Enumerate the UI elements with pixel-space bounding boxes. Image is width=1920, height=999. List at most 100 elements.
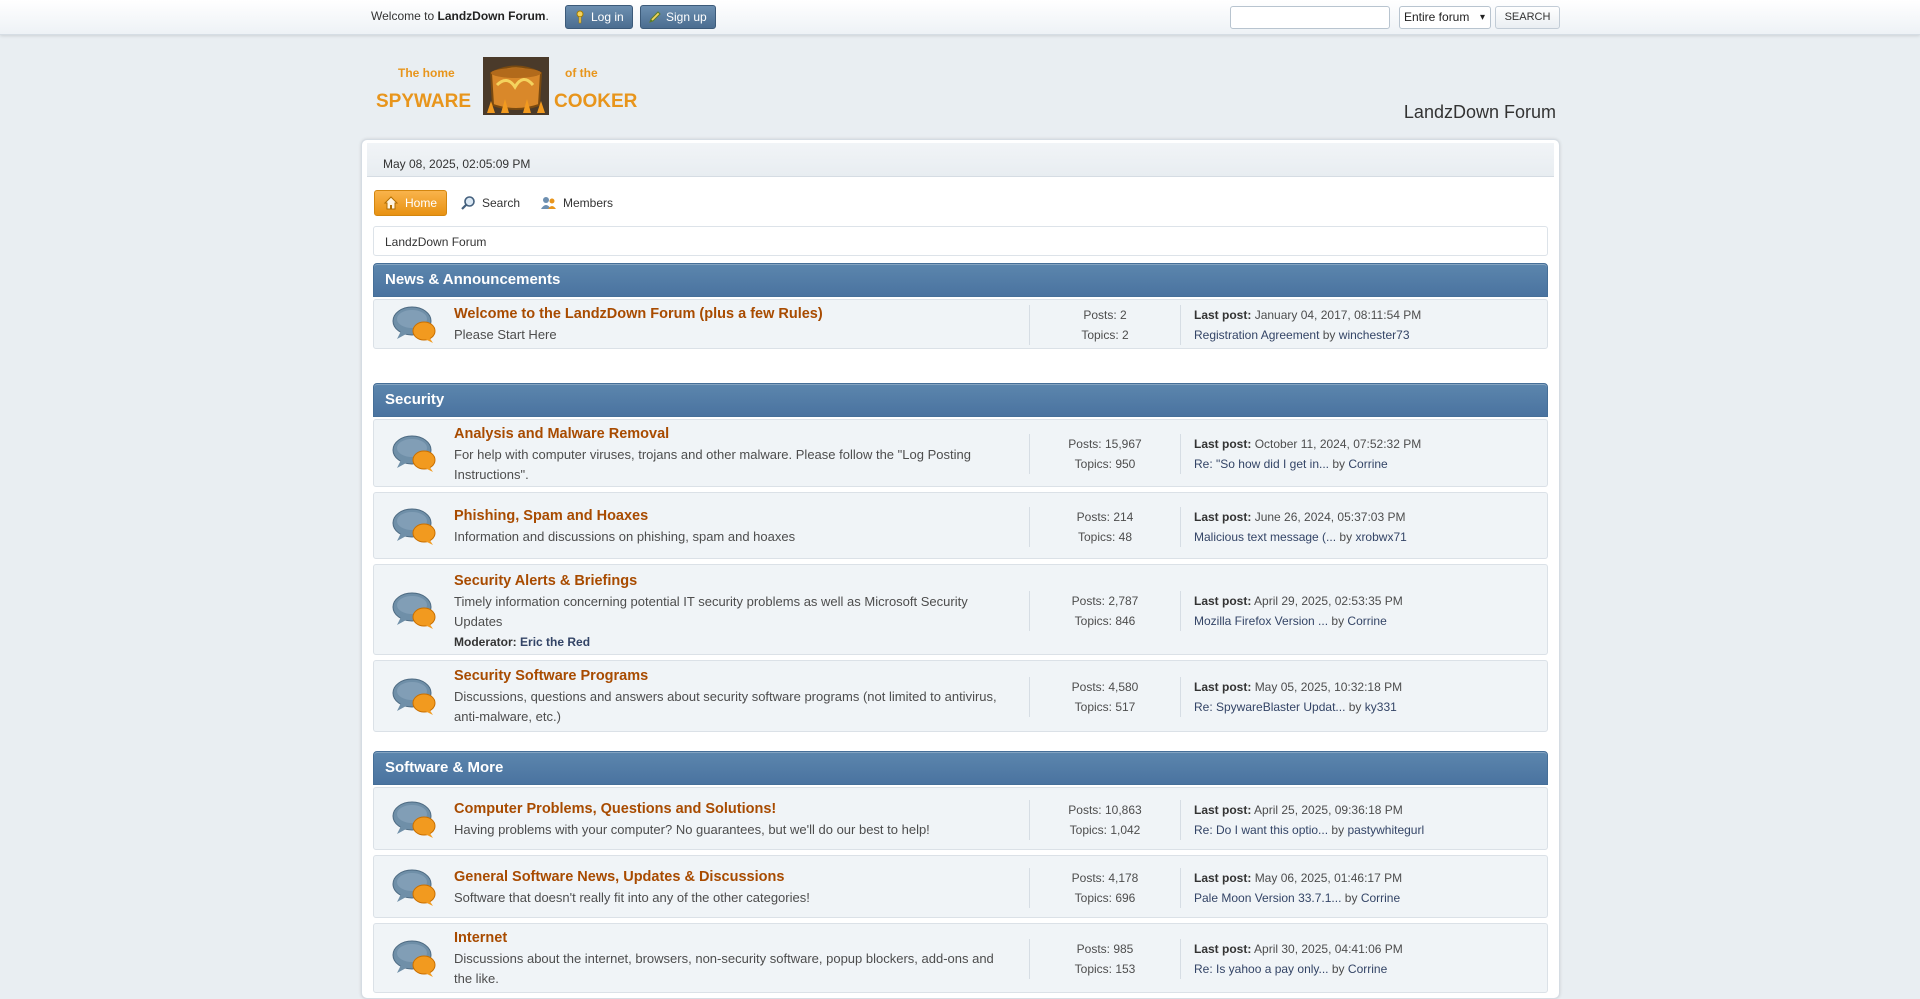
welcome-suffix: . [545,9,549,23]
last-post-date: April 25, 2025, 09:36:18 PM [1254,802,1403,817]
board-title-link[interactable]: Analysis and Malware Removal [454,426,669,442]
last-post-user-link[interactable]: Corrine [1361,891,1400,905]
last-post-user-link[interactable]: winchester73 [1339,328,1410,342]
board-title-link[interactable]: Security Alerts & Briefings [454,573,637,589]
last-post-subject-link[interactable]: Mozilla Firefox Version ... [1194,614,1328,628]
category-header[interactable]: News & Announcements [373,263,1548,297]
board-last-post: Last post: April 29, 2025, 02:53:35 PM Mo… [1194,591,1524,631]
board-topics-count: Topics: 950 [1074,457,1136,471]
cooking-pot-icon [483,57,549,115]
last-post-label: Last post: [1194,680,1252,694]
last-post-subject-link[interactable]: Registration Agreement [1194,328,1319,342]
last-post-label: Last post: [1194,870,1252,885]
board-title-link[interactable]: Internet [454,930,507,946]
search-scope-select[interactable]: Entire forum ▾ [1399,6,1491,29]
board-topics-count: Topics: 153 [1074,962,1136,976]
board-posts-count: Posts: 214 [1076,509,1134,524]
last-post-subject-link[interactable]: Re: Do I want this optio... [1194,823,1328,837]
menu-search-label: Search [482,196,521,210]
category-header[interactable]: Security [373,383,1548,417]
board-icon [392,869,436,906]
last-post-by: by [1348,700,1362,714]
board-description: Software that doesn't really fit into an… [454,889,810,905]
breadcrumb: LandzDown Forum [373,226,1548,256]
board-topics-count: Topics: 517 [1074,700,1136,714]
board-topics-count: Topics: 48 [1077,529,1133,544]
welcome-message: Welcome to LandzDown Forum. [371,9,549,23]
board-posts-count: Posts: 4,580 [1071,680,1139,694]
board-last-post: Last post: June 26, 2024, 05:37:03 PM Mal… [1194,507,1524,547]
category-header[interactable]: Software & More [373,751,1548,785]
last-post-user-link[interactable]: Corrine [1347,614,1386,628]
login-button[interactable]: Log in [565,5,633,29]
board-icon [392,678,436,715]
last-post-by: by [1331,822,1345,837]
board-title-link[interactable]: Welcome to the LandzDown Forum (plus a f… [454,306,823,322]
forum-title: LandzDown Forum [1403,102,1556,122]
top-bar: Welcome to LandzDown Forum. Log in Sign … [0,0,1920,35]
board-row: Internet Discussions about the internet, … [373,923,1548,993]
board-description: Timely information concerning potential … [454,593,968,629]
board-row: Computer Problems, Questions and Solutio… [373,787,1548,850]
last-post-user-link[interactable]: Corrine [1348,457,1387,471]
moderator-link[interactable]: Eric the Red [520,635,590,649]
last-post-subject-link[interactable]: Re: "So how did I get in... [1194,457,1329,471]
board-stats: Posts: 4,580 Topics: 517 [1029,677,1181,717]
last-post-by: by [1344,890,1358,905]
last-post-by: by [1331,962,1345,976]
board-title-link[interactable]: Security Software Programs [454,668,648,684]
board-title-link[interactable]: General Software News, Updates & Discuss… [454,869,784,885]
board-topics-count: Topics: 1,042 [1069,822,1141,837]
search-icon [461,196,475,210]
board-stats: Posts: 10,863 Topics: 1,042 [1029,799,1181,840]
board-description: Please Start Here [454,327,557,342]
last-post-subject-link[interactable]: Re: SpywareBlaster Updat... [1194,700,1345,714]
board-row: Welcome to the LandzDown Forum (plus a f… [373,299,1548,349]
last-post-user-link[interactable]: pastywhitegurl [1347,823,1424,837]
menu-home-label: Home [405,196,438,210]
board-stats: Posts: 214 Topics: 48 [1029,506,1181,547]
last-post-user-link[interactable]: Corrine [1348,962,1387,976]
board-topics-count: Topics: 696 [1074,890,1136,905]
board-row: Analysis and Malware Removal For help wit… [373,419,1548,487]
menu-home[interactable]: Home [374,190,447,216]
board-icon [392,435,436,472]
last-post-subject-link[interactable]: Malicious text message (... [1194,530,1336,544]
board-topics-count: Topics: 846 [1074,613,1136,628]
breadcrumb-link[interactable]: LandzDown Forum [385,235,486,249]
pencil-icon [649,11,661,23]
last-post-subject-link[interactable]: Re: Is yahoo a pay only... [1194,962,1329,976]
search-button[interactable]: SEARCH [1495,6,1560,29]
board-posts-count: Posts: 15,967 [1068,437,1142,451]
board-title-link[interactable]: Phishing, Spam and Hoaxes [454,508,648,524]
board-last-post: Last post: May 06, 2025, 01:46:17 PM Pale… [1194,868,1524,908]
menu-members[interactable]: Members [533,190,621,216]
last-post-by: by [1339,529,1353,544]
last-post-user-link[interactable]: xrobwx71 [1355,530,1406,544]
signup-button[interactable]: Sign up [640,5,716,29]
board-row: Security Alerts & Briefings Timely inform… [373,564,1548,655]
forum-logo[interactable]: The home of the SPYWARE COOKER [373,55,645,119]
last-post-by: by [1322,328,1336,342]
key-icon [576,10,584,24]
board-moderator: Moderator: Eric the Red [454,635,590,649]
board-title-link[interactable]: Computer Problems, Questions and Solutio… [454,801,776,817]
main-content: May 08, 2025, 02:05:09 PM Home Search Me… [361,139,1560,999]
board-description: Discussions, questions and answers about… [454,689,997,724]
last-post-user-link[interactable]: ky331 [1365,700,1397,714]
menu-search[interactable]: Search [452,190,528,216]
board-posts-count: Posts: 2,787 [1071,593,1139,608]
moderator-label: Moderator: [454,634,517,649]
board-last-post: Last post: October 11, 2024, 07:52:32 PM… [1194,434,1524,474]
search-scope-value: Entire forum [1404,10,1470,24]
welcome-forum-name: LandzDown Forum [437,9,546,23]
last-post-date: May 06, 2025, 01:46:17 PM [1254,870,1403,885]
last-post-by: by [1331,613,1345,628]
last-post-date: April 30, 2025, 04:41:06 PM [1254,942,1403,956]
chevron-down-icon: ▾ [1479,12,1485,23]
last-post-subject-link[interactable]: Pale Moon Version 33.7.1... [1194,891,1341,905]
board-row: Phishing, Spam and Hoaxes Information and… [373,492,1548,559]
logo-text-of-the: of the [565,66,598,80]
search-input[interactable] [1230,6,1390,29]
last-post-label: Last post: [1194,593,1252,608]
